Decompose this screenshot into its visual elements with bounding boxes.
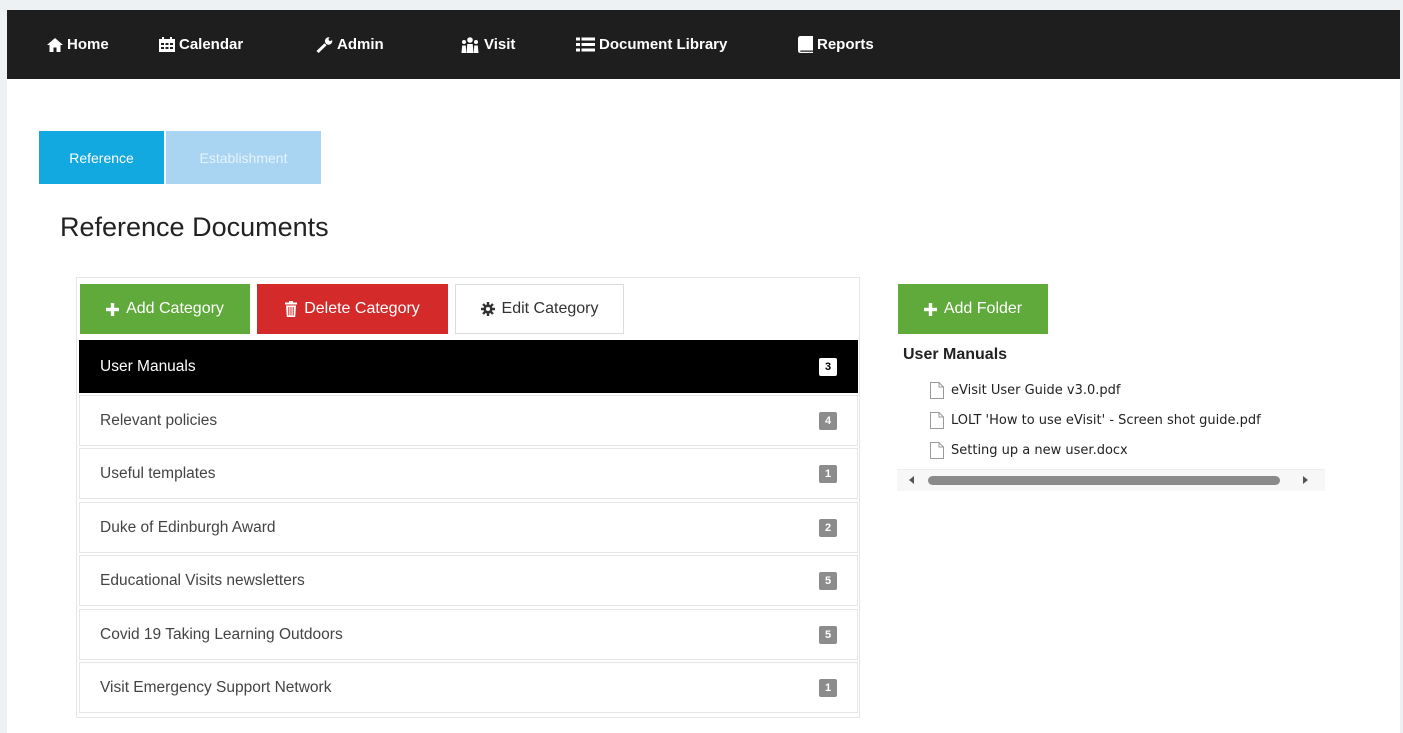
plus-icon (106, 302, 120, 316)
plus-icon (923, 302, 937, 316)
nav-reports[interactable]: Reports (798, 10, 874, 79)
scroll-left-arrow-icon[interactable] (909, 476, 914, 484)
category-item[interactable]: Duke of Edinburgh Award 2 (79, 502, 858, 553)
file-name: Setting up a new user.docx (951, 442, 1128, 458)
file-item[interactable]: eVisit User Guide v3.0.pdf (930, 380, 1120, 400)
count-badge: 2 (819, 518, 837, 537)
list-icon (576, 37, 595, 52)
nav-visit-label: Visit (484, 36, 516, 53)
top-navbar: Home Calendar Admin Visit Document Libra… (7, 10, 1400, 79)
nav-visit[interactable]: Visit (460, 10, 515, 79)
count-badge: 1 (819, 678, 837, 697)
horizontal-scrollbar[interactable] (897, 469, 1325, 491)
book-icon (798, 36, 813, 53)
category-label: Visit Emergency Support Network (100, 678, 332, 696)
category-label: Educational Visits newsletters (100, 571, 305, 589)
nav-reports-label: Reports (817, 36, 874, 53)
category-item[interactable]: Relevant policies 4 (79, 395, 858, 446)
tab-establishment-label: Establishment (199, 149, 288, 166)
count-badge: 4 (819, 411, 837, 430)
category-label: Duke of Edinburgh Award (100, 518, 276, 536)
file-tree: eVisit User Guide v3.0.pdf LOLT 'How to … (925, 378, 1325, 466)
trash-icon (285, 301, 298, 317)
file-icon (930, 411, 944, 429)
edit-category-button[interactable]: Edit Category (455, 284, 624, 334)
scroll-right-arrow-icon[interactable] (1303, 476, 1308, 484)
nav-home-label: Home (67, 36, 109, 53)
category-label: Useful templates (100, 464, 216, 482)
tab-reference-label: Reference (69, 149, 134, 166)
tab-establishment[interactable]: Establishment (166, 131, 321, 184)
file-name: eVisit User Guide v3.0.pdf (951, 382, 1121, 398)
category-label: User Manuals (100, 357, 196, 375)
add-category-button[interactable]: Add Category (80, 284, 250, 334)
folder-title: User Manuals (903, 346, 1008, 363)
category-label: Relevant policies (100, 411, 218, 429)
edit-category-label: Edit Category (501, 300, 599, 317)
file-item[interactable]: LOLT 'How to use eVisit' - Screen shot g… (930, 410, 1261, 430)
category-item[interactable]: User Manuals 3 (79, 340, 858, 393)
file-icon (930, 441, 944, 459)
category-item[interactable]: Useful templates 1 (79, 448, 858, 499)
delete-category-label: Delete Category (304, 300, 420, 317)
nav-calendar[interactable]: Calendar (159, 10, 243, 79)
count-badge: 5 (819, 571, 837, 590)
file-icon (930, 381, 944, 399)
gear-icon (480, 302, 495, 316)
calendar-icon (159, 37, 175, 52)
category-item[interactable]: Covid 19 Taking Learning Outdoors 5 (79, 609, 858, 660)
nav-admin[interactable]: Admin (316, 10, 384, 79)
count-badge: 3 (819, 357, 837, 376)
add-category-label: Add Category (126, 300, 224, 317)
count-badge: 5 (819, 625, 837, 644)
nav-calendar-label: Calendar (179, 36, 244, 53)
file-item[interactable]: Setting up a new user.docx (930, 440, 1128, 460)
file-name: LOLT 'How to use eVisit' - Screen shot g… (951, 412, 1261, 428)
category-item[interactable]: Educational Visits newsletters 5 (79, 555, 858, 606)
category-label: Covid 19 Taking Learning Outdoors (100, 625, 343, 643)
add-folder-label: Add Folder (943, 300, 1023, 317)
count-badge: 1 (819, 464, 837, 483)
group-icon (461, 36, 479, 53)
wrench-icon (316, 36, 333, 53)
add-folder-button[interactable]: Add Folder (898, 284, 1048, 334)
delete-category-button[interactable]: Delete Category (257, 284, 448, 334)
home-icon (47, 37, 63, 52)
nav-home[interactable]: Home (47, 10, 109, 79)
nav-admin-label: Admin (337, 36, 384, 53)
page-title: Reference Documents (60, 212, 329, 242)
category-item[interactable]: Visit Emergency Support Network 1 (79, 662, 858, 713)
scroll-thumb[interactable] (928, 476, 1280, 485)
tab-reference[interactable]: Reference (39, 131, 164, 184)
nav-document-library-label: Document Library (599, 36, 728, 53)
nav-document-library[interactable]: Document Library (576, 10, 727, 79)
